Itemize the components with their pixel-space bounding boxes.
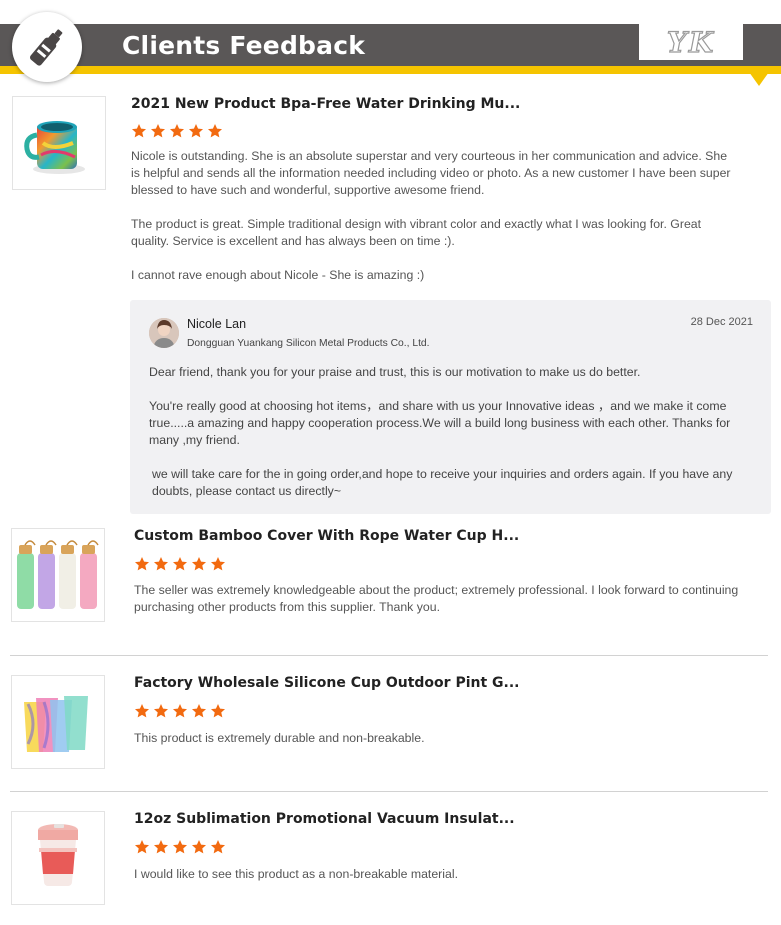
review-item: 2021 New Product Bpa-Free Water Drinking…: [0, 96, 781, 296]
person-avatar-icon: [149, 318, 179, 348]
review-product-title[interactable]: Custom Bamboo Cover With Rope Water Cup …: [134, 528, 519, 544]
banner-notch: [749, 72, 769, 86]
star-icon: [211, 557, 225, 571]
reply-paragraph: we will take care for the in going order…: [152, 467, 733, 498]
star-icon: [154, 840, 168, 854]
star-icon: [173, 704, 187, 718]
star-icon: [135, 557, 149, 571]
reply-author-name: Nicole Lan: [187, 317, 247, 331]
review-divider: [10, 655, 768, 656]
review-product-title[interactable]: 12oz Sublimation Promotional Vacuum Insu…: [134, 811, 515, 827]
review-text: This product is extremely durable and no…: [134, 730, 740, 747]
review-paragraph: This product is extremely durable and no…: [134, 731, 425, 745]
rating-stars: [131, 123, 223, 139]
star-icon: [208, 124, 222, 138]
star-icon: [173, 840, 187, 854]
rating-stars: [134, 839, 226, 855]
rating-stars: [134, 556, 226, 572]
review-item: 12oz Sublimation Promotional Vacuum Insu…: [0, 811, 781, 911]
page-title: Clients Feedback: [122, 31, 366, 60]
review-text: I would like to see this product as a no…: [134, 866, 740, 883]
review-paragraph: The product is great. Simple traditional…: [131, 217, 702, 248]
star-icon: [192, 704, 206, 718]
rating-stars: [134, 703, 226, 719]
star-icon: [211, 704, 225, 718]
review-paragraph: Nicole is outstanding. She is an absolut…: [131, 149, 731, 197]
product-thumbnail[interactable]: [12, 96, 106, 190]
product-thumbnail[interactable]: [11, 528, 105, 622]
feedback-banner: Clients Feedback YK: [0, 0, 781, 92]
product-thumbnail[interactable]: [11, 675, 105, 769]
review-divider: [10, 791, 768, 792]
star-icon: [173, 557, 187, 571]
avatar: [149, 318, 179, 348]
review-item: Factory Wholesale Silicone Cup Outdoor P…: [0, 675, 781, 775]
brand-logo: YK: [639, 24, 743, 60]
star-icon: [154, 557, 168, 571]
star-icon: [151, 124, 165, 138]
star-icon: [154, 704, 168, 718]
reply-company-name: Dongguan Yuankang Silicon Metal Products…: [187, 338, 430, 349]
reply-text: Dear friend, thank you for your praise a…: [149, 364, 759, 514]
star-icon: [211, 840, 225, 854]
review-paragraph: The seller was extremely knowledgeable a…: [134, 583, 739, 614]
reply-paragraph: You're really good at choosing hot items…: [149, 399, 731, 447]
coffee-cup-image: [38, 824, 78, 886]
reply-paragraph: Dear friend, thank you for your praise a…: [149, 365, 641, 379]
water-bottle-icon: [30, 29, 63, 66]
supplier-reply: Nicole Lan Dongguan Yuankang Silicon Met…: [130, 300, 771, 514]
review-text: The seller was extremely knowledgeable a…: [134, 582, 760, 616]
review-text: Nicole is outstanding. She is an absolut…: [131, 148, 737, 284]
star-icon: [135, 840, 149, 854]
star-icon: [135, 704, 149, 718]
banner-badge: [12, 12, 82, 82]
review-item: Custom Bamboo Cover With Rope Water Cup …: [0, 528, 781, 628]
brand-logo-text: YK: [666, 25, 716, 59]
star-icon: [170, 124, 184, 138]
star-icon: [132, 124, 146, 138]
review-paragraph: I cannot rave enough about Nicole - She …: [131, 268, 425, 282]
silicone-cups-image: [24, 696, 88, 752]
banner-accent-stripe: [0, 66, 781, 74]
bamboo-bottles-image: [17, 540, 99, 609]
star-icon: [189, 124, 203, 138]
review-product-title[interactable]: 2021 New Product Bpa-Free Water Drinking…: [131, 96, 520, 112]
review-product-title[interactable]: Factory Wholesale Silicone Cup Outdoor P…: [134, 675, 519, 691]
star-icon: [192, 840, 206, 854]
reply-date: 28 Dec 2021: [690, 316, 753, 328]
review-paragraph: I would like to see this product as a no…: [134, 867, 458, 881]
rainbow-mug-image: [24, 121, 85, 174]
star-icon: [192, 557, 206, 571]
product-thumbnail[interactable]: [11, 811, 105, 905]
